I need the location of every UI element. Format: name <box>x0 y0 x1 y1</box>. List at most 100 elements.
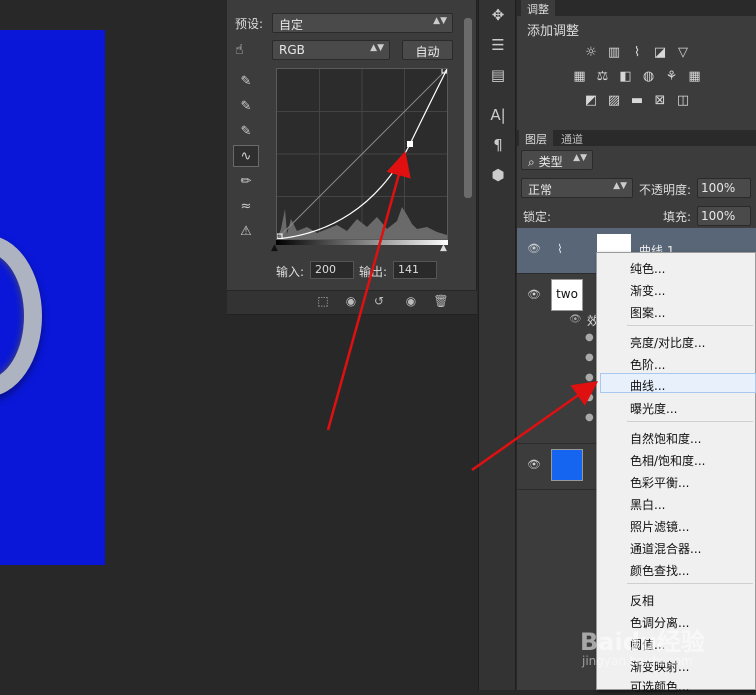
eye-icon[interactable]: 👁 <box>527 288 541 301</box>
character-icon[interactable]: A| <box>479 100 517 130</box>
brightness-icon[interactable]: ☼ <box>582 44 601 62</box>
posterize-icon[interactable]: ▨ <box>605 92 624 110</box>
menu-item-channel-mixer[interactable]: 通道混合器... <box>597 537 755 557</box>
curves-tools: ✎ ✎ ✎ ∿ ✏ ≈ ⚠ <box>227 30 265 242</box>
menu-separator <box>627 325 753 326</box>
black-slider-icon[interactable]: ▲ <box>271 243 278 253</box>
tab-layers[interactable]: 图层 <box>519 130 553 146</box>
panel-icon-strip: ✥ ☰ ▤ A| ¶ ⬢ <box>478 0 516 690</box>
menu-item-gradient[interactable]: 渐变... <box>597 279 755 299</box>
adjustments-sliders-icon[interactable]: ☰ <box>479 30 517 60</box>
properties-scrollbar[interactable] <box>462 18 474 278</box>
eyedropper-black-icon[interactable]: ✎ <box>233 70 259 92</box>
black-white-icon[interactable]: ◧ <box>616 68 635 86</box>
eye-icon[interactable]: ● <box>585 372 594 383</box>
curve-point[interactable] <box>407 141 413 147</box>
menu-item-solid-color[interactable]: 纯色... <box>597 257 755 277</box>
strip-gap <box>479 90 517 100</box>
curve-point-tool-icon[interactable]: ∿ <box>233 145 259 167</box>
gradient-bar <box>276 240 448 245</box>
selective-color-icon[interactable]: ◫ <box>674 92 693 110</box>
eye-icon[interactable]: 👁 <box>569 314 582 325</box>
trash-icon[interactable]: 🗑 <box>429 294 453 312</box>
fill-field[interactable]: 100% <box>697 206 751 226</box>
menu-item-exposure[interactable]: 曝光度... <box>597 397 755 417</box>
lock-label: 锁定: <box>523 210 552 224</box>
menu-item-selective-color[interactable]: 可选颜色... <box>597 675 755 695</box>
input-field[interactable]: 200 <box>310 261 354 279</box>
menu-item-curves[interactable]: 曲线... <box>600 373 756 393</box>
color-lookup-icon[interactable]: ▦ <box>685 68 704 86</box>
gradient-map-icon[interactable]: ⊠ <box>651 92 670 110</box>
menu-item-hue-saturation[interactable]: 色相/饱和度... <box>597 449 755 469</box>
updown-arrow-icon: ▲▼ <box>433 16 447 26</box>
opacity-field[interactable]: 100% <box>697 178 751 198</box>
hue-saturation-icon[interactable]: ▦ <box>570 68 589 86</box>
brush-presets-icon[interactable]: ✥ <box>479 0 517 30</box>
properties-footer: ⬚ ◉ ↺ ◉ 🗑 <box>227 290 477 314</box>
menu-item-invert[interactable]: 反相 <box>597 589 755 609</box>
vibrance-icon[interactable]: ▽ <box>674 44 693 62</box>
updown-arrow-icon: ▲▼ <box>573 153 587 163</box>
input-label: 输入: <box>276 265 305 279</box>
layers-tabbar: 图层 通道 <box>517 130 756 146</box>
invert-icon[interactable]: ◩ <box>582 92 601 110</box>
eye-icon[interactable]: 👁 <box>527 242 541 255</box>
preset-dropdown[interactable]: 自定 ▲▼ <box>272 13 453 33</box>
curves-icon[interactable]: ⌇ <box>628 44 647 62</box>
pencil-draw-icon[interactable]: ✏ <box>233 170 259 192</box>
menu-item-brightness-contrast[interactable]: 亮度/对比度... <box>597 331 755 351</box>
smooth-curve-icon[interactable]: ≈ <box>233 195 259 217</box>
blend-mode-dropdown[interactable]: 正常 ▲▼ <box>521 178 633 198</box>
menu-separator <box>627 421 753 422</box>
fill-label: 填充: <box>663 210 692 224</box>
metal-ring-graphic <box>0 235 42 397</box>
auto-button[interactable]: 自动 <box>402 40 453 60</box>
white-slider-icon[interactable]: ▲ <box>440 243 447 253</box>
exposure-icon[interactable]: ◪ <box>651 44 670 62</box>
clipping-warning-icon[interactable]: ⚠ <box>233 220 259 242</box>
layer-filter-dropdown[interactable]: ⌕ 类型 ▲▼ <box>521 150 593 170</box>
updown-arrow-icon: ▲▼ <box>370 43 384 53</box>
preset-value: 自定 <box>279 18 304 32</box>
eye-icon[interactable]: ● <box>585 412 594 423</box>
eyedropper-gray-icon[interactable]: ✎ <box>233 95 259 117</box>
layer-thumbnail-two: two <box>551 279 583 311</box>
reset-icon[interactable]: ↺ <box>367 294 391 312</box>
curves-graph[interactable] <box>276 67 448 240</box>
tab-adjustments[interactable]: 调整 <box>521 0 555 16</box>
eye-icon[interactable]: ● <box>585 352 594 363</box>
paragraph-icon[interactable]: ¶ <box>479 130 517 160</box>
adjustment-icons: ☼ ▥ ⌇ ◪ ▽ ▦ ⚖ ◧ ◍ ⚘ ▦ ◩ ▨ ▬ ⊠ ◫ <box>557 44 717 116</box>
menu-item-color-balance[interactable]: 色彩平衡... <box>597 471 755 491</box>
eyedropper-white-icon[interactable]: ✎ <box>233 120 259 142</box>
clip-to-layer-icon[interactable]: ⬚ <box>311 294 335 312</box>
channel-dropdown[interactable]: RGB ▲▼ <box>272 40 390 60</box>
opacity-label: 不透明度: <box>639 183 692 197</box>
menu-item-levels[interactable]: 色阶... <box>597 353 755 373</box>
menu-item-black-white[interactable]: 黑白... <box>597 493 755 513</box>
tool-presets-icon[interactable]: ▤ <box>479 60 517 90</box>
eye-icon[interactable]: ● <box>585 392 594 403</box>
eye-icon[interactable]: 👁 <box>527 458 541 471</box>
eye-icon[interactable]: ● <box>585 332 594 343</box>
menu-item-photo-filter[interactable]: 照片滤镜... <box>597 515 755 535</box>
curves-graph-svg <box>276 67 448 240</box>
menu-item-pattern[interactable]: 图案... <box>597 301 755 321</box>
updown-arrow-icon: ▲▼ <box>613 181 627 191</box>
output-field[interactable]: 141 <box>393 261 437 279</box>
color-balance-icon[interactable]: ⚖ <box>593 68 612 86</box>
photo-filter-icon[interactable]: ◍ <box>639 68 658 86</box>
visibility-icon[interactable]: ◉ <box>399 294 423 312</box>
opacity-value: 100% <box>701 181 736 195</box>
levels-icon[interactable]: ▥ <box>605 44 624 62</box>
menu-item-color-lookup[interactable]: 颜色查找... <box>597 559 755 579</box>
channel-mixer-icon[interactable]: ⚘ <box>662 68 681 86</box>
threshold-icon[interactable]: ▬ <box>628 92 647 110</box>
menu-item-vibrance[interactable]: 自然饱和度... <box>597 427 755 447</box>
tab-channels[interactable]: 通道 <box>555 130 589 146</box>
search-icon: ⌕ <box>528 155 535 169</box>
view-previous-icon[interactable]: ◉ <box>339 294 363 312</box>
3d-icon[interactable]: ⬢ <box>479 160 517 190</box>
document-canvas[interactable] <box>0 30 105 565</box>
